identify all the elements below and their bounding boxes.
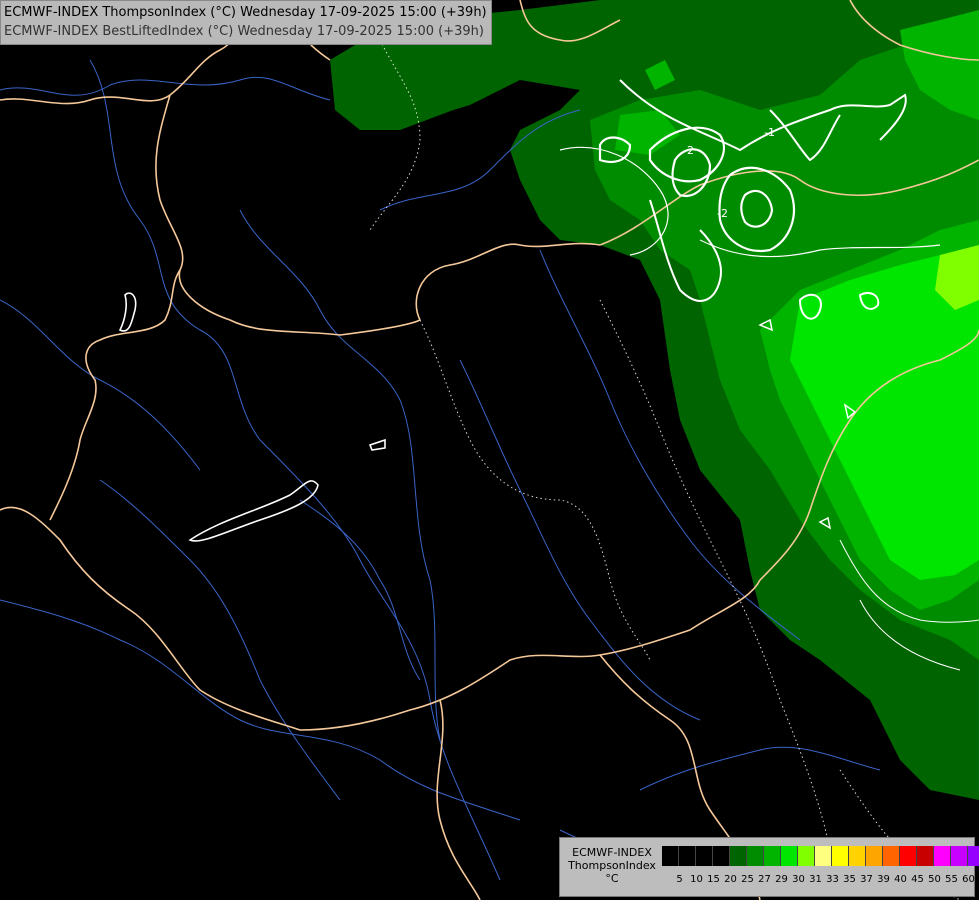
legend-swatch [883, 846, 900, 866]
legend-tick: 45 [911, 874, 924, 885]
legend-swatch [798, 846, 815, 866]
legend-tick: 40 [894, 874, 907, 885]
weather-map: -1 -2 -2 [0, 0, 979, 900]
legend-swatch [696, 846, 713, 866]
contour-label: -2 [683, 144, 694, 157]
legend-swatch [866, 846, 883, 866]
legend-tick: 29 [775, 874, 788, 885]
legend-ticks: 5 10 15 20 25 27 29 30 31 33 35 37 39 40 45 50 55 60 [662, 874, 975, 886]
legend-unit: °C [605, 872, 619, 885]
map-title-thompson: ECMWF-INDEX ThompsonIndex (°C) Wednesday… [4, 5, 487, 20]
legend-swatch [815, 846, 832, 866]
contour-label: -2 [717, 207, 728, 220]
legend-tick: 35 [843, 874, 856, 885]
legend-tick: 15 [707, 874, 720, 885]
legend-tick: 37 [860, 874, 873, 885]
legend-parameter: ThompsonIndex [568, 859, 656, 872]
legend-tick: 20 [724, 874, 737, 885]
legend-swatch [730, 846, 747, 866]
legend-swatch [849, 846, 866, 866]
legend-tick: 27 [758, 874, 771, 885]
legend-swatch [662, 846, 679, 866]
legend-swatch [679, 846, 696, 866]
legend-tick: 33 [826, 874, 839, 885]
legend-tick: 31 [809, 874, 822, 885]
legend-tick: 60 [962, 874, 975, 885]
legend-tick: 55 [945, 874, 958, 885]
legend-tick: 39 [877, 874, 890, 885]
legend-swatch [747, 846, 764, 866]
legend-swatch [713, 846, 730, 866]
legend-swatches [662, 846, 979, 866]
legend-tick: 25 [741, 874, 754, 885]
map-title-box: ECMWF-INDEX ThompsonIndex (°C) Wednesday… [0, 0, 492, 45]
legend-tick: 10 [690, 874, 703, 885]
legend-swatch [832, 846, 849, 866]
legend-swatch [951, 846, 968, 866]
legend-tick: 50 [928, 874, 941, 885]
map-title-bestlifted: ECMWF-INDEX BestLiftedIndex (°C) Wednesd… [4, 24, 484, 39]
legend-swatch [934, 846, 951, 866]
legend-source: ECMWF-INDEX [572, 846, 652, 859]
contour-label: -1 [764, 126, 775, 139]
legend-label: ECMWF-INDEX ThompsonIndex °C [564, 846, 660, 885]
color-legend: ECMWF-INDEX ThompsonIndex °C 5 10 15 20 25 27… [559, 837, 979, 897]
legend-swatch [917, 846, 934, 866]
legend-tick: 30 [792, 874, 805, 885]
legend-tick: 5 [676, 874, 683, 885]
legend-swatch [900, 846, 917, 866]
legend-swatch [968, 846, 979, 866]
legend-swatch [781, 846, 798, 866]
legend-swatch [764, 846, 781, 866]
